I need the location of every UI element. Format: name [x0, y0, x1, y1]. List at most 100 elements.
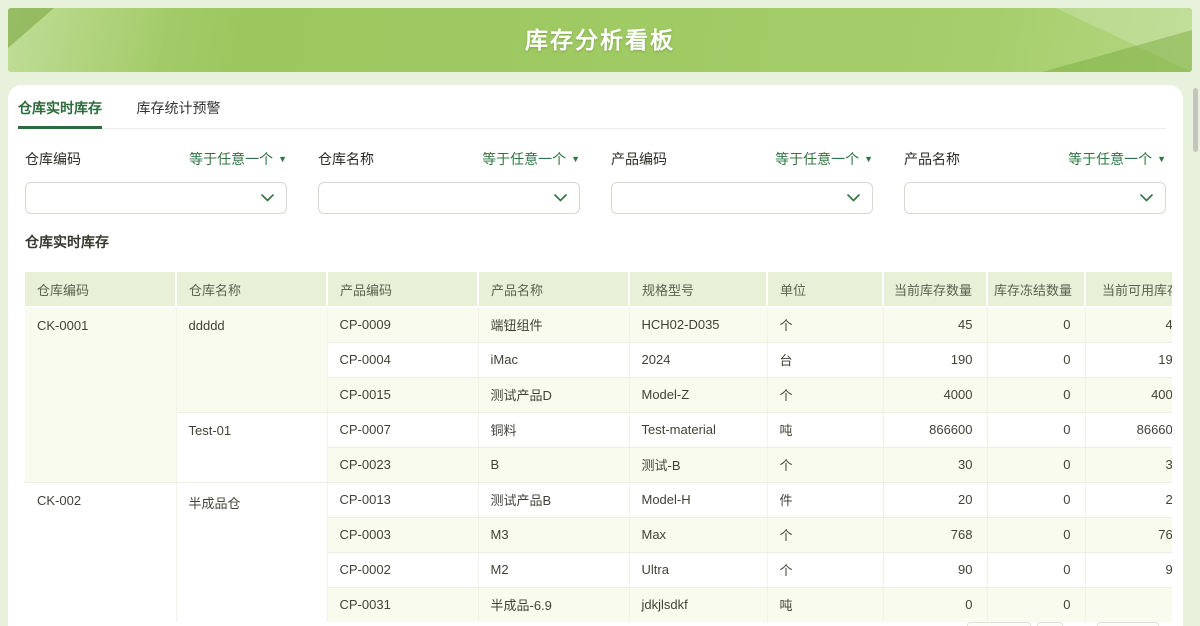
- cell-warehouse-code: CK-002: [25, 482, 176, 622]
- column-header: 仓库名称: [176, 272, 327, 307]
- filter-warehouse-name: 仓库名称 等于任意一个 ▼: [318, 145, 580, 214]
- cell-unit: 吨: [767, 587, 883, 622]
- cell-available-stock: 866600: [1085, 412, 1172, 447]
- cell-frozen-stock: 0: [987, 447, 1085, 482]
- table-row: CK-0001dddddCP-0009端钮组件HCH02-D035个45045: [25, 307, 1172, 342]
- cell-spec: Model-H: [629, 482, 767, 517]
- cell-unit: 个: [767, 377, 883, 412]
- page-scrollbar[interactable]: [1193, 88, 1198, 152]
- inventory-table-container: 仓库编码仓库名称产品编码产品名称规格型号单位当前库存数量库存冻结数量当前可用库存…: [25, 272, 1172, 622]
- cell-available-stock: 20: [1085, 482, 1172, 517]
- filter-warehouse-code: 仓库编码 等于任意一个 ▼: [25, 145, 287, 214]
- cell-warehouse-code: CK-0001: [25, 307, 176, 482]
- cell-unit: 个: [767, 552, 883, 587]
- product-code-select[interactable]: [611, 182, 873, 214]
- cell-warehouse-name: 半成品仓: [176, 482, 327, 622]
- cell-current-stock: 30: [883, 447, 987, 482]
- cell-product-name: 测试产品D: [478, 377, 629, 412]
- cell-product-name: M2: [478, 552, 629, 587]
- column-header: 当前库存数量: [883, 272, 987, 307]
- filter-operator-dropdown[interactable]: 等于任意一个 ▼: [189, 149, 287, 169]
- pagination-control[interactable]: [967, 622, 1031, 626]
- cell-current-stock: 0: [883, 587, 987, 622]
- cell-unit: 个: [767, 517, 883, 552]
- dropdown-arrow-icon: ▼: [278, 154, 287, 164]
- cell-available-stock: 4000: [1085, 377, 1172, 412]
- cell-warehouse-name: ddddd: [176, 307, 327, 412]
- chevron-down-icon: [554, 194, 567, 202]
- cell-product-code: CP-0009: [327, 307, 478, 342]
- cell-spec: 2024: [629, 342, 767, 377]
- cell-spec: Test-material: [629, 412, 767, 447]
- cell-product-name: iMac: [478, 342, 629, 377]
- column-header: 产品名称: [478, 272, 629, 307]
- chevron-down-icon: [1140, 194, 1153, 202]
- cell-available-stock: 190: [1085, 342, 1172, 377]
- cell-frozen-stock: 0: [987, 342, 1085, 377]
- cell-available-stock: 90: [1085, 552, 1172, 587]
- cell-warehouse-name: Test-01: [176, 412, 327, 482]
- filter-operator-dropdown[interactable]: 等于任意一个 ▼: [775, 149, 873, 169]
- cell-frozen-stock: 0: [987, 307, 1085, 342]
- filter-label: 产品编码: [611, 149, 667, 169]
- cell-product-name: B: [478, 447, 629, 482]
- column-header: 单位: [767, 272, 883, 307]
- filter-label: 仓库名称: [318, 149, 374, 169]
- section-title: 仓库实时库存: [25, 232, 109, 252]
- pagination-control[interactable]: [1097, 622, 1159, 626]
- cell-spec: jdkjlsdkf: [629, 587, 767, 622]
- cell-product-code: CP-0004: [327, 342, 478, 377]
- cell-frozen-stock: 0: [987, 377, 1085, 412]
- filter-operator-label: 等于任意一个: [189, 149, 273, 169]
- tab-warehouse-realtime-stock[interactable]: 仓库实时库存: [18, 95, 102, 129]
- cell-frozen-stock: 0: [987, 552, 1085, 587]
- cell-product-code: CP-0013: [327, 482, 478, 517]
- filter-label: 仓库编码: [25, 149, 81, 169]
- cell-product-name: 测试产品B: [478, 482, 629, 517]
- table-row: Test-01CP-0007铜料Test-material吨8666000866…: [25, 412, 1172, 447]
- cell-frozen-stock: 0: [987, 517, 1085, 552]
- cell-available-stock: 0: [1085, 587, 1172, 622]
- cell-spec: Max: [629, 517, 767, 552]
- cell-product-code: CP-0002: [327, 552, 478, 587]
- warehouse-code-select[interactable]: [25, 182, 287, 214]
- chevron-down-icon: [261, 194, 274, 202]
- cell-current-stock: 20: [883, 482, 987, 517]
- cell-product-code: CP-0003: [327, 517, 478, 552]
- pagination-control[interactable]: [1037, 622, 1063, 626]
- cell-current-stock: 90: [883, 552, 987, 587]
- product-name-select[interactable]: [904, 182, 1166, 214]
- inventory-dashboard-page: 库存分析看板 仓库实时库存 库存统计预警 仓库编码 等于任意一个 ▼: [0, 0, 1200, 626]
- cell-spec: Model-Z: [629, 377, 767, 412]
- cell-unit: 吨: [767, 412, 883, 447]
- cell-available-stock: 30: [1085, 447, 1172, 482]
- filter-operator-label: 等于任意一个: [775, 149, 859, 169]
- dropdown-arrow-icon: ▼: [864, 154, 873, 164]
- filter-label: 产品名称: [904, 149, 960, 169]
- cell-product-code: CP-0007: [327, 412, 478, 447]
- content-card: 仓库实时库存 库存统计预警 仓库编码 等于任意一个 ▼ 仓库名称 等于任意一个: [8, 85, 1183, 626]
- column-header: 产品编码: [327, 272, 478, 307]
- cell-current-stock: 190: [883, 342, 987, 377]
- cell-frozen-stock: 0: [987, 587, 1085, 622]
- cell-unit: 件: [767, 482, 883, 517]
- filter-product-name: 产品名称 等于任意一个 ▼: [904, 145, 1166, 214]
- cell-unit: 台: [767, 342, 883, 377]
- cell-spec: 测试-B: [629, 447, 767, 482]
- filter-operator-dropdown[interactable]: 等于任意一个 ▼: [482, 149, 580, 169]
- cell-current-stock: 768: [883, 517, 987, 552]
- chevron-down-icon: [847, 194, 860, 202]
- tab-bar: 仓库实时库存 库存统计预警: [18, 95, 1166, 129]
- column-header: 库存冻结数量: [987, 272, 1085, 307]
- filter-operator-dropdown[interactable]: 等于任意一个 ▼: [1068, 149, 1166, 169]
- warehouse-name-select[interactable]: [318, 182, 580, 214]
- cell-frozen-stock: 0: [987, 412, 1085, 447]
- cell-product-code: CP-0015: [327, 377, 478, 412]
- banner: 库存分析看板: [8, 8, 1192, 72]
- tab-stock-statistics-alert[interactable]: 库存统计预警: [136, 95, 220, 129]
- filter-operator-label: 等于任意一个: [482, 149, 566, 169]
- cell-available-stock: 768: [1085, 517, 1172, 552]
- cell-current-stock: 4000: [883, 377, 987, 412]
- table-row: CK-002半成品仓CP-0013测试产品BModel-H件20020: [25, 482, 1172, 517]
- filter-operator-label: 等于任意一个: [1068, 149, 1152, 169]
